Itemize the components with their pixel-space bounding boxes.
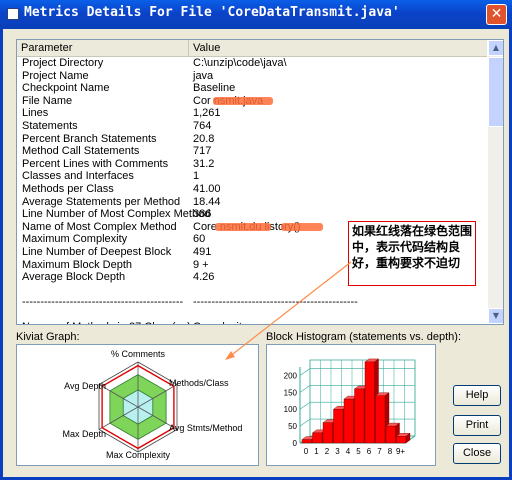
- arrow-head-icon: [225, 351, 235, 360]
- arrow-line: [228, 261, 352, 358]
- annotation-arrow: [225, 261, 352, 360]
- metrics-dialog: Metrics Details For File 'CoreDataTransm…: [0, 0, 512, 480]
